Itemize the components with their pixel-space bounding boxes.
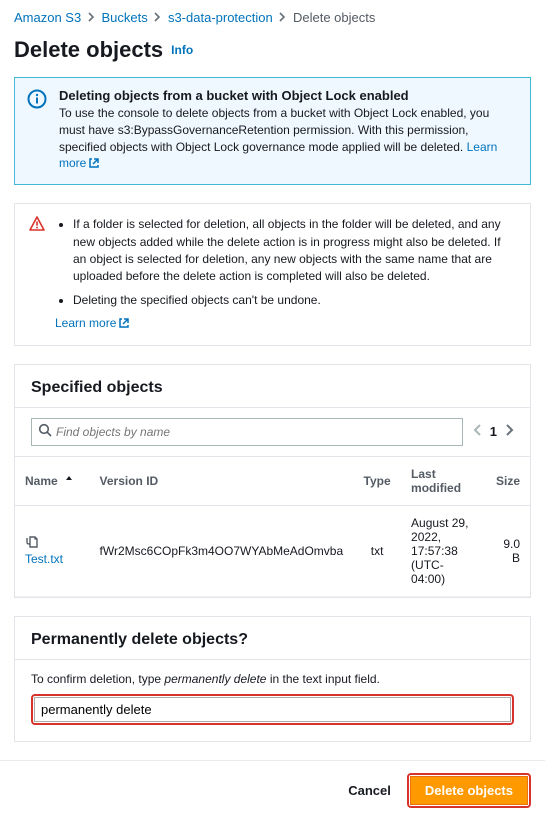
delete-objects-button[interactable]: Delete objects xyxy=(410,776,528,805)
col-header-version[interactable]: Version ID xyxy=(90,456,354,505)
learn-more-link[interactable]: Learn more xyxy=(55,316,130,330)
breadcrumb: Amazon S3 Buckets s3-data-protection Del… xyxy=(0,0,545,31)
col-header-type[interactable]: Type xyxy=(353,456,401,505)
pager-page: 1 xyxy=(490,424,497,439)
breadcrumb-sep xyxy=(154,10,161,25)
confirm-input[interactable] xyxy=(34,697,511,722)
external-link-icon xyxy=(88,157,100,174)
cell-modified: August 29, 2022, 17:57:38 (UTC-04:00) xyxy=(401,505,484,596)
pager: 1 xyxy=(473,423,514,441)
sort-asc-icon xyxy=(65,474,73,488)
breadcrumb-link-s3[interactable]: Amazon S3 xyxy=(14,10,81,25)
breadcrumb-link-buckets[interactable]: Buckets xyxy=(101,10,147,25)
search-box[interactable] xyxy=(31,418,463,446)
specified-objects-title: Specified objects xyxy=(15,365,530,408)
pager-prev[interactable] xyxy=(473,423,482,441)
warning-icon xyxy=(29,221,45,235)
cell-type: txt xyxy=(353,505,401,596)
objects-table: Name Version ID Type Last modified Size … xyxy=(15,456,530,597)
col-header-name[interactable]: Name xyxy=(15,456,90,505)
file-icon xyxy=(25,538,39,552)
warning-bullet: If a folder is selected for deletion, al… xyxy=(73,216,516,286)
col-header-size[interactable]: Size xyxy=(484,456,530,505)
breadcrumb-sep xyxy=(279,10,286,25)
cell-size: 9.0 B xyxy=(484,505,530,596)
table-row: Test.txt fWr2Msc6COpFk3m4OO7WYAbMeAdOmvb… xyxy=(15,505,530,596)
confirm-label: To confirm deletion, type permanently de… xyxy=(31,672,514,686)
cell-version: fWr2Msc6COpFk3m4OO7WYAbMeAdOmvba xyxy=(90,505,354,596)
banner-title: Deleting objects from a bucket with Obje… xyxy=(59,88,518,103)
page-title-row: Delete objects Info xyxy=(0,31,545,77)
delete-button-highlight: Delete objects xyxy=(407,773,531,808)
confirm-card: Permanently delete objects? To confirm d… xyxy=(14,616,531,742)
search-input[interactable] xyxy=(52,422,456,442)
search-icon xyxy=(38,423,52,440)
cancel-button[interactable]: Cancel xyxy=(348,783,391,798)
confirm-title: Permanently delete objects? xyxy=(15,617,530,660)
footer: Cancel Delete objects xyxy=(0,760,545,824)
external-link-icon xyxy=(118,317,130,334)
breadcrumb-sep xyxy=(88,10,95,25)
confirm-input-highlight xyxy=(31,694,514,725)
info-link[interactable]: Info xyxy=(171,43,193,57)
pager-next[interactable] xyxy=(505,423,514,441)
warning-card: If a folder is selected for deletion, al… xyxy=(14,203,531,345)
specified-objects-card: Specified objects 1 Name xyxy=(14,364,531,598)
object-name-link[interactable]: Test.txt xyxy=(25,552,63,566)
warning-bullet: Deleting the specified objects can't be … xyxy=(73,292,516,309)
col-header-modified[interactable]: Last modified xyxy=(401,456,484,505)
info-icon xyxy=(27,97,47,112)
breadcrumb-current: Delete objects xyxy=(293,10,375,25)
banner-body: To use the console to delete objects fro… xyxy=(59,105,518,174)
page-title: Delete objects xyxy=(14,37,163,63)
object-lock-info-banner: Deleting objects from a bucket with Obje… xyxy=(14,77,531,185)
breadcrumb-link-bucket[interactable]: s3-data-protection xyxy=(168,10,273,25)
